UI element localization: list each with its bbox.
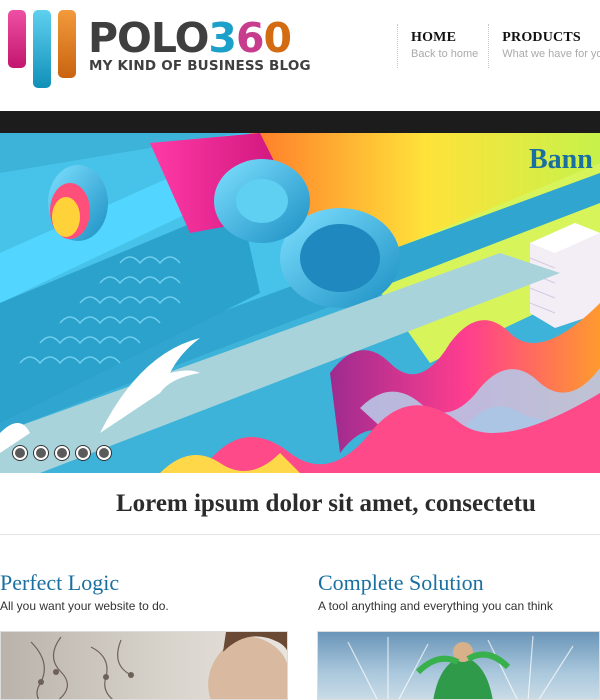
slider-dot[interactable] xyxy=(76,446,90,460)
feature-photo xyxy=(30,632,287,699)
slider-dot[interactable] xyxy=(34,446,48,460)
logo-bar-pink xyxy=(8,10,26,68)
page-tagline: Lorem ipsum dolor sit amet, consectetu xyxy=(116,490,536,517)
feature-image-perfect-logic[interactable] xyxy=(0,631,288,700)
feature-description: All you want your website to do. xyxy=(0,599,169,613)
feature-title[interactable]: Complete Solution xyxy=(318,570,553,596)
site-logo[interactable]: POLO360 MY KIND OF BUSINESS BLOG xyxy=(8,10,311,90)
logo-wordmark: POLO360 xyxy=(88,14,292,62)
logo-digit-6: 6 xyxy=(235,14,265,62)
nav-item-title: PRODUCTS xyxy=(502,30,581,45)
feature-description: A tool anything and everything you can t… xyxy=(318,599,553,613)
logo-bar-blue xyxy=(33,10,51,88)
banner-title: Bann xyxy=(529,144,593,175)
logo-digit-3: 3 xyxy=(208,14,237,62)
nav-item-subtitle: What we have for you xyxy=(502,48,600,60)
nav-item-products[interactable]: PRODUCTS What we have for you xyxy=(488,24,600,68)
feature-title[interactable]: Perfect Logic xyxy=(0,570,169,596)
feature-perfect-logic: Perfect Logic All you want your website … xyxy=(0,570,169,613)
feature-photo xyxy=(347,635,574,699)
section-divider xyxy=(0,534,600,535)
feature-image-complete-solution[interactable] xyxy=(317,631,600,700)
logo-bar-orange xyxy=(58,10,76,78)
main-nav: HOME Back to home PRODUCTS What we have … xyxy=(397,24,600,74)
logo-tagline: MY KIND OF BUSINESS BLOG xyxy=(89,58,311,74)
nav-item-home[interactable]: HOME Back to home xyxy=(397,24,488,68)
slider-dot[interactable] xyxy=(97,446,111,460)
banner-image xyxy=(0,133,600,473)
logo-bars-icon xyxy=(8,10,80,88)
logo-digit-0: 0 xyxy=(263,14,292,62)
banner-slider: Bann xyxy=(0,133,600,473)
slider-pagination xyxy=(13,446,111,460)
slider-dot[interactable] xyxy=(55,446,69,460)
logo-word-polo: POLO xyxy=(88,14,209,62)
slider-dot[interactable] xyxy=(13,446,27,460)
nav-item-title: HOME xyxy=(411,30,457,45)
feature-complete-solution: Complete Solution A tool anything and ev… xyxy=(318,570,553,613)
header-divider-bar xyxy=(0,111,600,133)
nav-item-subtitle: Back to home xyxy=(411,48,479,60)
